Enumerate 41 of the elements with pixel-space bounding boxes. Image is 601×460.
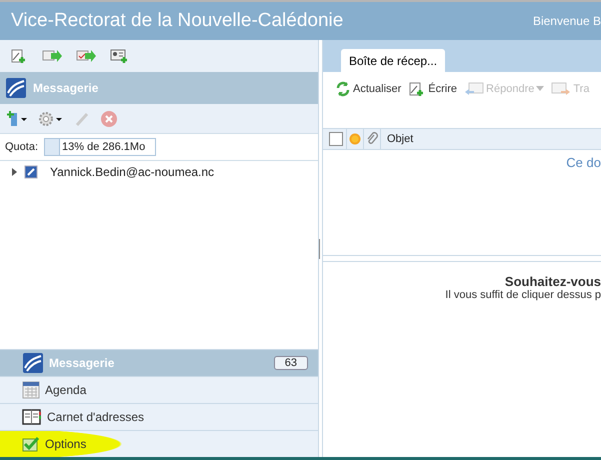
- folder-add-icon: [6, 110, 28, 126]
- calendar-arrow-icon[interactable]: [42, 48, 62, 64]
- nav-item[interactable]: Messagerie 63: [0, 349, 318, 376]
- calendar-icon: [22, 381, 40, 399]
- address-book-icon: [22, 409, 42, 425]
- nav-item[interactable]: Carnet d'adresses: [0, 403, 318, 430]
- app-title: Vice-Rectorat de la Nouvelle-Calédonie: [11, 10, 344, 32]
- refresh-icon: [335, 80, 351, 96]
- preview-text: Il vous suffit de cliquer dessus p: [445, 289, 601, 301]
- section-title: Messagerie: [33, 81, 98, 95]
- paperclip-icon: [366, 132, 378, 146]
- contact-add-icon[interactable]: [110, 48, 128, 64]
- add-folder-button[interactable]: [6, 110, 28, 126]
- sun-icon: [349, 133, 361, 145]
- reply-icon: [464, 80, 484, 96]
- nav-item[interactable]: Options: [0, 430, 318, 457]
- settings-button[interactable]: [38, 110, 64, 126]
- mailbox-tab[interactable]: Boîte de récep...: [341, 49, 446, 72]
- mailbox-icon: [24, 165, 38, 179]
- welcome-text: Bienvenue B: [532, 14, 601, 28]
- delete-icon[interactable]: [100, 110, 118, 128]
- expand-arrow-icon[interactable]: [10, 168, 18, 176]
- column-header[interactable]: Objet: [381, 133, 414, 145]
- nav-item[interactable]: Agenda: [0, 376, 318, 403]
- account-item[interactable]: Yannick.Bedin@ac-noumea.nc: [50, 165, 214, 179]
- empty-message: Ce do: [566, 155, 601, 170]
- splitter-handle[interactable]: [319, 238, 320, 258]
- quota-label: Quota:: [5, 141, 38, 153]
- forward-icon: [551, 80, 572, 96]
- settings-icon: [38, 110, 64, 126]
- checkbox-tick-icon: [22, 436, 40, 452]
- task-arrow-icon[interactable]: [76, 48, 96, 64]
- select-all-checkbox[interactable]: [329, 132, 343, 146]
- mail-app-icon: [22, 352, 44, 374]
- mail-app-icon: [5, 77, 27, 99]
- unread-count: 63: [274, 356, 308, 370]
- preview-title: Souhaitez-vous: [504, 274, 601, 289]
- quota-text: 13% de 286.1Mo: [61, 141, 146, 153]
- new-message-icon[interactable]: [10, 47, 28, 65]
- toolbar-button[interactable]: Actualiser: [335, 80, 402, 96]
- toolbar-button[interactable]: Écrire: [408, 80, 458, 98]
